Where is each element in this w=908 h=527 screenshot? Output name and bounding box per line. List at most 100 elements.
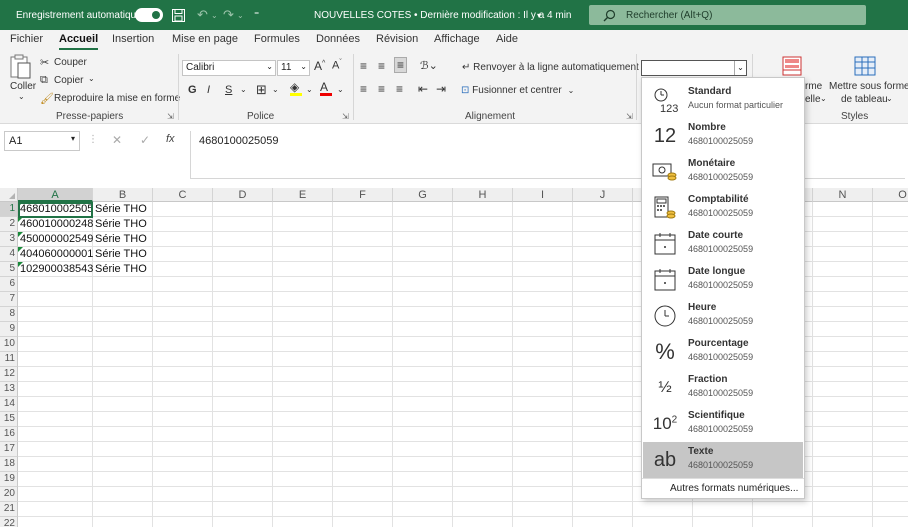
- tab-fichier[interactable]: Fichier: [10, 33, 43, 45]
- fill-color-icon[interactable]: ◈: [290, 81, 302, 96]
- row-header[interactable]: 12: [0, 367, 18, 382]
- merge-center-button[interactable]: ⊡ Fusionner et centrer ⌄: [461, 85, 574, 96]
- conditional-format-icon[interactable]: [782, 56, 802, 79]
- document-title[interactable]: NOUVELLES COTES • Dernière modification …: [314, 0, 571, 30]
- decrease-indent-icon[interactable]: ⇤: [418, 82, 428, 96]
- column-header[interactable]: E: [273, 188, 333, 202]
- cell-series[interactable]: Série THO: [93, 202, 153, 217]
- row-header[interactable]: 19: [0, 472, 18, 487]
- cut-icon[interactable]: ✂: [40, 56, 49, 69]
- format-painter-button[interactable]: Reproduire la mise en forme: [54, 93, 180, 104]
- italic-icon[interactable]: I: [207, 84, 210, 96]
- number-format-option[interactable]: Comptabilité 4680100025059: [643, 190, 803, 226]
- redo-icon[interactable]: ↷: [223, 0, 234, 30]
- row-header[interactable]: 18: [0, 457, 18, 472]
- row-header[interactable]: 13: [0, 382, 18, 397]
- row-header[interactable]: 21: [0, 502, 18, 517]
- column-header[interactable]: G: [393, 188, 453, 202]
- number-format-option[interactable]: Date longue 4680100025059: [643, 262, 803, 298]
- tab-mise-en-page[interactable]: Mise en page: [172, 33, 238, 45]
- select-all-corner[interactable]: [0, 188, 18, 202]
- redo-dropdown-icon[interactable]: ⌄: [237, 0, 244, 30]
- chevron-down-icon[interactable]: ⌄: [886, 94, 893, 103]
- row-header[interactable]: 8: [0, 307, 18, 322]
- increase-font-icon[interactable]: A^: [314, 59, 325, 73]
- row-header[interactable]: 2: [0, 217, 18, 232]
- column-header[interactable]: D: [213, 188, 273, 202]
- number-format-option[interactable]: ab Texte 4680100025059: [643, 442, 803, 478]
- underline-dropdown-icon[interactable]: ⌄: [240, 85, 247, 94]
- increase-indent-icon[interactable]: ⇥: [436, 82, 446, 96]
- tab-formules[interactable]: Formules: [254, 33, 300, 45]
- number-format-select[interactable]: ⌄: [641, 60, 747, 76]
- cell-series[interactable]: Série THO: [93, 247, 153, 262]
- column-header[interactable]: O: [873, 188, 908, 202]
- row-header[interactable]: 7: [0, 292, 18, 307]
- undo-dropdown-icon[interactable]: ⌄: [211, 0, 218, 30]
- number-format-option[interactable]: 12 Nombre 4680100025059: [643, 118, 803, 154]
- tab-accueil[interactable]: Accueil: [59, 33, 99, 50]
- align-right-icon[interactable]: ≡: [396, 82, 403, 96]
- column-header[interactable]: A: [18, 188, 93, 202]
- row-header[interactable]: 20: [0, 487, 18, 502]
- alignment-launcher-icon[interactable]: ⇲: [626, 112, 633, 121]
- number-format-option[interactable]: % Pourcentage 4680100025059: [643, 334, 803, 370]
- column-header[interactable]: N: [813, 188, 873, 202]
- enter-icon[interactable]: ✓: [140, 133, 150, 147]
- decrease-font-icon[interactable]: Aˇ: [332, 59, 342, 72]
- number-format-option[interactable]: 123 Standard Aucun format particulier: [643, 82, 803, 118]
- row-header[interactable]: 6: [0, 277, 18, 292]
- row-header[interactable]: 10: [0, 337, 18, 352]
- row-header[interactable]: 16: [0, 427, 18, 442]
- chevron-down-icon[interactable]: ⌄: [820, 94, 827, 103]
- error-indicator-icon[interactable]: [18, 232, 23, 237]
- number-format-option[interactable]: Date courte 4680100025059: [643, 226, 803, 262]
- paste-label[interactable]: Coller: [10, 81, 36, 92]
- font-color-icon[interactable]: A: [320, 81, 332, 96]
- cell-code[interactable]: 4040600000017: [18, 247, 93, 262]
- tab-donnees[interactable]: Données: [316, 33, 360, 45]
- bold-icon[interactable]: G: [188, 84, 197, 96]
- row-header[interactable]: 15: [0, 412, 18, 427]
- cut-button[interactable]: Couper: [54, 57, 87, 68]
- save-icon[interactable]: [172, 0, 185, 30]
- copy-button[interactable]: Copier: [54, 75, 83, 86]
- row-header[interactable]: 3: [0, 232, 18, 247]
- row-header[interactable]: 4: [0, 247, 18, 262]
- more-number-formats-button[interactable]: Autres formats numériques...: [670, 483, 798, 494]
- row-header[interactable]: 17: [0, 442, 18, 457]
- number-format-option[interactable]: Heure 4680100025059: [643, 298, 803, 334]
- name-box[interactable]: A1 ▾: [4, 131, 80, 151]
- fill-color-dropdown-icon[interactable]: ⌄: [306, 85, 313, 94]
- underline-icon[interactable]: S: [225, 84, 232, 96]
- cell-series[interactable]: Série THO: [93, 217, 153, 232]
- tab-revision[interactable]: Révision: [376, 33, 418, 45]
- format-as-table-label-2[interactable]: de tableau: [841, 94, 888, 105]
- cell-code[interactable]: 4600100002486: [18, 217, 93, 232]
- conditional-format-label[interactable]: rme: [805, 81, 822, 92]
- column-header[interactable]: I: [513, 188, 573, 202]
- align-center-icon[interactable]: ≡: [378, 82, 385, 96]
- paste-icon[interactable]: [10, 54, 32, 83]
- align-left-icon[interactable]: ≡: [360, 82, 367, 96]
- font-launcher-icon[interactable]: ⇲: [342, 112, 349, 121]
- number-format-option[interactable]: 102 Scientifique 4680100025059: [643, 406, 803, 442]
- column-header[interactable]: F: [333, 188, 393, 202]
- autosave-toggle[interactable]: [135, 8, 163, 22]
- cell-series[interactable]: Série THO: [93, 232, 153, 247]
- column-header[interactable]: B: [93, 188, 153, 202]
- row-header[interactable]: 14: [0, 397, 18, 412]
- tab-insertion[interactable]: Insertion: [112, 33, 154, 45]
- cell-code[interactable]: 4500000025493: [18, 232, 93, 247]
- number-format-option[interactable]: ½ Fraction 4680100025059: [643, 370, 803, 406]
- error-indicator-icon[interactable]: [18, 262, 23, 267]
- row-header[interactable]: 5: [0, 262, 18, 277]
- customize-toolbar-icon[interactable]: ⁼: [254, 0, 259, 30]
- search-box[interactable]: Rechercher (Alt+Q): [589, 5, 866, 25]
- format-as-table-icon[interactable]: [854, 56, 876, 79]
- tab-aide[interactable]: Aide: [496, 33, 518, 45]
- cell-code[interactable]: 1029000385438: [18, 262, 93, 277]
- row-header[interactable]: 22: [0, 517, 18, 527]
- cell-styles-label[interactable]: elle: [805, 94, 821, 105]
- borders-icon[interactable]: ⊞: [256, 82, 267, 98]
